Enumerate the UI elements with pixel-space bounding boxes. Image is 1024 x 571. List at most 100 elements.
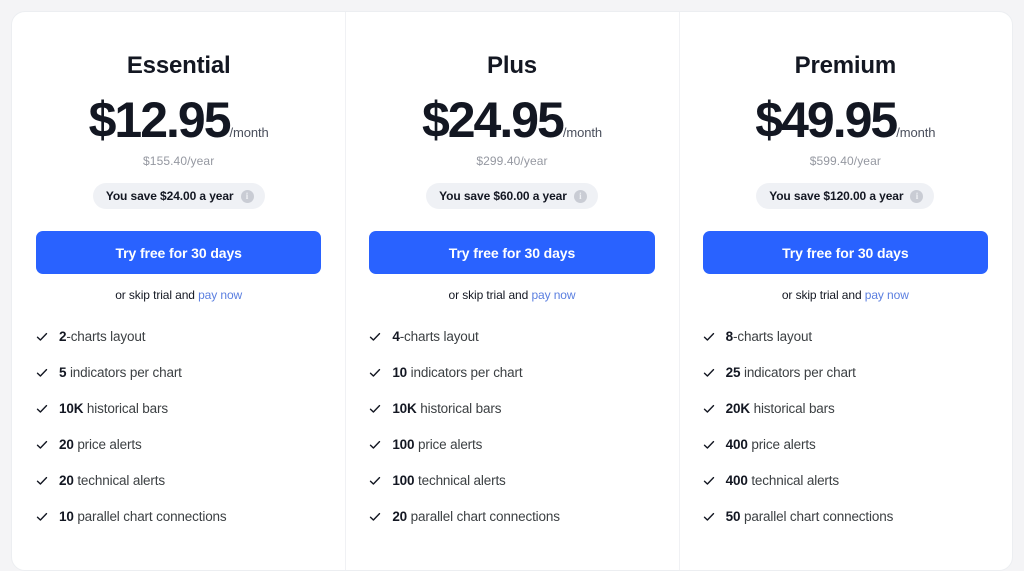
- list-item: 8-charts layout: [703, 328, 988, 364]
- feature-value: 8: [725, 329, 734, 345]
- feature-list: 4-charts layout 10 indicators per chart …: [369, 328, 654, 544]
- info-icon[interactable]: i: [910, 189, 924, 203]
- list-item: 20 parallel chart connections: [369, 508, 654, 544]
- feature-value: 400: [725, 473, 748, 489]
- pay-now-link[interactable]: pay now: [531, 288, 575, 302]
- feature-value: 10K: [59, 401, 84, 417]
- plan-savings-wrap: You save $60.00 a year i: [369, 183, 654, 210]
- check-icon: [36, 439, 48, 451]
- feature-label: historical bars: [416, 401, 502, 417]
- try-free-button[interactable]: Try free for 30 days: [369, 231, 655, 275]
- skip-trial-prefix: or skip trial and: [448, 288, 532, 303]
- feature-body: 2-charts layout: [59, 328, 321, 346]
- feature-label: parallel chart connections: [740, 509, 894, 525]
- feature-text: 20 parallel chart connections: [392, 509, 560, 524]
- feature-label: -charts layout: [399, 329, 479, 345]
- plan-column-plus: Plus $24.95/month $299.40/year You save …: [345, 12, 678, 570]
- feature-value: 100: [392, 437, 415, 453]
- feature-text: 2-charts layout: [59, 329, 145, 344]
- list-item: 10 parallel chart connections: [36, 508, 321, 544]
- savings-label: You save $120.00 a year: [769, 189, 904, 204]
- check-icon: [36, 475, 48, 487]
- list-item: 100 technical alerts: [369, 472, 654, 508]
- plan-savings-wrap: You save $24.00 a year i: [36, 183, 321, 210]
- feature-label: price alerts: [414, 437, 483, 453]
- plan-price: $24.95: [421, 92, 565, 149]
- check-icon: [703, 331, 715, 343]
- skip-trial-line: or skip trial and pay now: [36, 288, 321, 302]
- list-item: 10K historical bars: [36, 400, 321, 436]
- feature-label: parallel chart connections: [73, 509, 227, 525]
- pricing-plans-card: Essential $12.95/month $155.40/year You …: [11, 11, 1013, 571]
- feature-body: 10 parallel chart connections: [59, 508, 321, 526]
- feature-body: 4-charts layout: [392, 328, 654, 346]
- plan-price-period: /month: [562, 125, 603, 141]
- skip-trial-line: or skip trial and pay now: [369, 288, 654, 302]
- feature-label: technical alerts: [414, 473, 506, 489]
- feature-text: 400 price alerts: [726, 437, 816, 452]
- plan-price-row: $49.95/month: [703, 95, 988, 145]
- feature-label: indicators per chart: [407, 365, 523, 381]
- feature-value: 400: [725, 437, 748, 453]
- feature-text: 400 technical alerts: [726, 473, 839, 488]
- plan-savings-wrap: You save $120.00 a year i: [703, 183, 988, 210]
- savings-badge: You save $120.00 a year i: [756, 183, 935, 210]
- check-icon: [369, 331, 381, 343]
- feature-value: 10: [392, 365, 408, 381]
- feature-body: 5 indicators per chart: [59, 364, 321, 382]
- plan-price-row: $12.95/month: [36, 95, 321, 145]
- plan-column-premium: Premium $49.95/month $599.40/year You sa…: [678, 12, 1012, 570]
- feature-body: 20 price alerts: [59, 436, 321, 454]
- list-item: 50 parallel chart connections: [703, 508, 988, 544]
- info-icon[interactable]: i: [573, 189, 587, 203]
- savings-badge: You save $24.00 a year i: [92, 183, 265, 210]
- feature-value: 10K: [392, 401, 417, 417]
- feature-value: 20: [392, 509, 408, 525]
- check-icon: [36, 367, 48, 379]
- plan-price-period: /month: [229, 125, 269, 141]
- pay-now-link[interactable]: pay now: [865, 288, 909, 302]
- feature-body: 10K historical bars: [59, 400, 321, 418]
- savings-label: You save $60.00 a year: [439, 189, 567, 204]
- feature-label: -charts layout: [66, 329, 146, 345]
- feature-value: 20: [59, 473, 74, 489]
- feature-label: indicators per chart: [740, 365, 856, 381]
- feature-text: 25 indicators per chart: [726, 365, 856, 380]
- list-item: 10 indicators per chart: [369, 364, 654, 400]
- check-icon: [703, 367, 715, 379]
- feature-body: 400 technical alerts: [726, 472, 988, 490]
- feature-label: historical bars: [749, 401, 835, 417]
- feature-label: historical bars: [83, 401, 168, 417]
- pay-now-link[interactable]: pay now: [198, 288, 242, 302]
- feature-body: 20 technical alerts: [59, 472, 321, 490]
- feature-value: 20: [59, 437, 74, 453]
- plan-price: $12.95: [88, 92, 232, 149]
- feature-text: 20K historical bars: [726, 401, 835, 416]
- feature-value: 4: [392, 329, 400, 345]
- plan-annual-price: $155.40/year: [143, 154, 215, 169]
- feature-value: 20K: [725, 401, 750, 417]
- check-icon: [369, 439, 381, 451]
- savings-label: You save $24.00 a year: [105, 189, 234, 204]
- plan-column-essential: Essential $12.95/month $155.40/year You …: [12, 12, 345, 570]
- skip-trial-prefix: or skip trial and: [115, 288, 199, 303]
- try-free-button[interactable]: Try free for 30 days: [702, 231, 988, 275]
- feature-label: -charts layout: [733, 329, 812, 345]
- feature-text: 4-charts layout: [392, 329, 478, 344]
- plan-price-period: /month: [896, 125, 936, 141]
- check-icon: [36, 403, 48, 415]
- list-item: 400 price alerts: [703, 436, 988, 472]
- plan-title: Essential: [126, 52, 231, 79]
- try-free-button[interactable]: Try free for 30 days: [36, 231, 322, 275]
- list-item: 400 technical alerts: [703, 472, 988, 508]
- info-icon[interactable]: i: [240, 189, 254, 203]
- feature-body: 100 technical alerts: [392, 472, 654, 490]
- feature-body: 8-charts layout: [726, 328, 988, 346]
- list-item: 25 indicators per chart: [703, 364, 988, 400]
- list-item: 20 technical alerts: [36, 472, 321, 508]
- feature-text: 20 technical alerts: [59, 473, 165, 488]
- skip-trial-line: or skip trial and pay now: [703, 288, 988, 302]
- feature-body: 400 price alerts: [726, 436, 988, 454]
- feature-value: 100: [392, 473, 415, 489]
- feature-text: 5 indicators per chart: [59, 365, 182, 380]
